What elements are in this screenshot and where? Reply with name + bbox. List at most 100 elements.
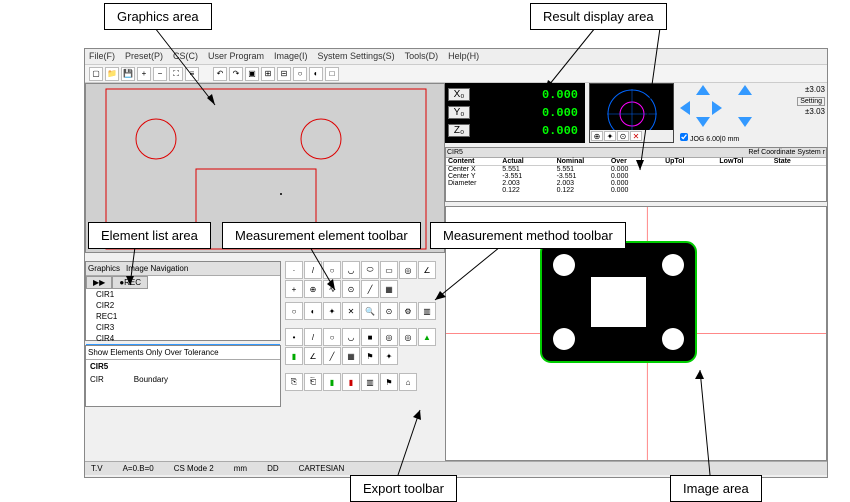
tool-c-icon[interactable]: ▣ (245, 67, 259, 81)
meth-chart-icon[interactable]: ▥ (418, 302, 436, 320)
con-slash-icon[interactable]: ╱ (323, 347, 341, 365)
table-row[interactable]: 0.1220.1220.000 (446, 187, 826, 194)
meth-star-icon[interactable]: ✦ (323, 302, 341, 320)
menu-settings[interactable]: System Settings(S) (318, 51, 395, 62)
tab-play-icon[interactable]: ▶▶ (86, 276, 112, 289)
con-circle-icon[interactable]: ○ (323, 328, 341, 346)
jog-z-down-icon[interactable] (738, 117, 752, 127)
table-row[interactable]: Diameter2.0032.0030.000 (446, 180, 826, 187)
meth-cross-icon[interactable]: ✕ (342, 302, 360, 320)
con-green-icon[interactable]: ▮ (285, 347, 303, 365)
menu-file[interactable]: File(F) (89, 51, 115, 62)
jog-mode-checkbox[interactable] (680, 133, 688, 141)
con-dot-icon[interactable]: • (285, 328, 303, 346)
jog-up-icon[interactable] (696, 85, 710, 95)
exp-chart-icon[interactable]: ▥ (361, 373, 379, 391)
tool-zoom-in-icon[interactable]: + (137, 67, 151, 81)
elem-wavy-icon[interactable]: ∿ (323, 280, 341, 298)
con-arc-icon[interactable]: ◡ (342, 328, 360, 346)
scope-opt1-icon[interactable]: ⊕ (591, 131, 603, 141)
tool-fit-icon[interactable]: ⛶ (169, 67, 183, 81)
tool-g-icon[interactable]: ◐ (309, 67, 323, 81)
list-item[interactable]: REC1 (86, 311, 280, 322)
tool-b-icon[interactable]: ↷ (229, 67, 243, 81)
elem-circle-icon[interactable]: ○ (323, 261, 341, 279)
exp-flag-icon[interactable]: ⚑ (380, 373, 398, 391)
tool-new-icon[interactable]: ▢ (89, 67, 103, 81)
tool-save-icon[interactable]: 💾 (121, 67, 135, 81)
rt-col: LowTol (717, 158, 771, 165)
exp-house-icon[interactable]: ⌂ (399, 373, 417, 391)
elem-plus-icon[interactable]: + (285, 280, 303, 298)
jog-setting-button[interactable]: Setting (797, 97, 825, 106)
list-item[interactable]: CIR3 (86, 322, 280, 333)
jog-down-icon[interactable] (696, 117, 710, 127)
jog-speed: 6.00|0 (706, 136, 725, 143)
tool-d-icon[interactable]: ⊞ (261, 67, 275, 81)
tool-e-icon[interactable]: ⊟ (277, 67, 291, 81)
con-hatch-icon[interactable]: ▦ (342, 347, 360, 365)
menu-userprog[interactable]: User Program (208, 51, 264, 62)
element-header-imgnav: Image Navigation (126, 264, 188, 273)
dro-x-label: X₀ (448, 88, 470, 101)
jog-right-icon[interactable] (712, 101, 722, 115)
jog-z-up-icon[interactable] (738, 85, 752, 95)
menu-image[interactable]: Image(I) (274, 51, 308, 62)
con-tri-icon[interactable]: ▲ (418, 328, 436, 346)
con-flag-icon[interactable]: ⚑ (361, 347, 379, 365)
con-box-icon[interactable]: ■ (361, 328, 379, 346)
list-item[interactable]: CIR1 (86, 289, 280, 300)
elem-angle-icon[interactable]: ∠ (418, 261, 436, 279)
tool-h-icon[interactable]: □ (325, 67, 339, 81)
elem-slash-icon[interactable]: ╱ (361, 280, 379, 298)
exp-b-icon[interactable]: ⎗ (304, 373, 322, 391)
tool-zoom-out-icon[interactable]: − (153, 67, 167, 81)
elem-ellipse-icon[interactable]: ⬭ (361, 261, 379, 279)
list-item[interactable]: CIR2 (86, 300, 280, 311)
meth-half-icon[interactable]: ◐ (304, 302, 322, 320)
dro-y-label: Y₀ (448, 106, 470, 119)
tol-col2: Boundary (134, 375, 168, 384)
con-line-icon[interactable]: / (304, 328, 322, 346)
table-row[interactable]: Center X5.5515.5510.000 (446, 166, 826, 173)
tab-rec-icon[interactable]: ●REC (112, 276, 148, 289)
elem-point-icon[interactable]: · (285, 261, 303, 279)
app-window: File(F) Preset(P) CS(C) User Program Ima… (84, 48, 828, 478)
scope-view[interactable]: ⊕ ✦ ⊙ ✕ (589, 83, 674, 143)
menu-preset[interactable]: Preset(P) (125, 51, 163, 62)
tool-f-icon[interactable]: ○ (293, 67, 307, 81)
exp-excel-icon[interactable]: ▮ (323, 373, 341, 391)
scope-opt2-icon[interactable]: ✦ (604, 131, 616, 141)
tool-open-icon[interactable]: 📁 (105, 67, 119, 81)
tool-layer-icon[interactable]: ≡ (185, 67, 199, 81)
elem-arc-icon[interactable]: ◡ (342, 261, 360, 279)
con-angle-icon[interactable]: ∠ (304, 347, 322, 365)
scope-opt3-icon[interactable]: ⊙ (617, 131, 629, 141)
menu-tools[interactable]: Tools(D) (405, 51, 439, 62)
tolerance-title: CIR5 (86, 360, 280, 373)
tool-a-icon[interactable]: ↶ (213, 67, 227, 81)
elem-rect-icon[interactable]: ▭ (380, 261, 398, 279)
con-star-icon[interactable]: ✦ (380, 347, 398, 365)
menu-cs[interactable]: CS(C) (173, 51, 198, 62)
con-ring2-icon[interactable]: ◎ (399, 328, 417, 346)
tolerance-header: Show Elements Only Over Tolerance (86, 346, 280, 360)
meth-gear-icon[interactable]: ⚙ (399, 302, 417, 320)
table-row[interactable]: Center Y-3.551-3.5510.000 (446, 173, 826, 180)
exp-a-icon[interactable]: ⎘ (285, 373, 303, 391)
elem-target-icon[interactable]: ⊙ (342, 280, 360, 298)
jog-left-icon[interactable] (680, 101, 690, 115)
meth-circle-icon[interactable]: ○ (285, 302, 303, 320)
elem-globe-icon[interactable]: ⊕ (304, 280, 322, 298)
scope-opt4-icon[interactable]: ✕ (630, 131, 642, 141)
list-item[interactable]: CIR4 (86, 333, 280, 344)
con-ring-icon[interactable]: ◎ (380, 328, 398, 346)
elem-line-icon[interactable]: / (304, 261, 322, 279)
menu-help[interactable]: Help(H) (448, 51, 479, 62)
exp-word-icon[interactable]: ▮ (342, 373, 360, 391)
meth-mag-icon[interactable]: 🔍 (361, 302, 379, 320)
elem-ring-icon[interactable]: ◎ (399, 261, 417, 279)
meth-target-icon[interactable]: ⊙ (380, 302, 398, 320)
elem-hatch-icon[interactable]: ▦ (380, 280, 398, 298)
element-list-panel: Graphics Image Navigation ▶▶ ●REC CIR1 C… (85, 261, 281, 341)
